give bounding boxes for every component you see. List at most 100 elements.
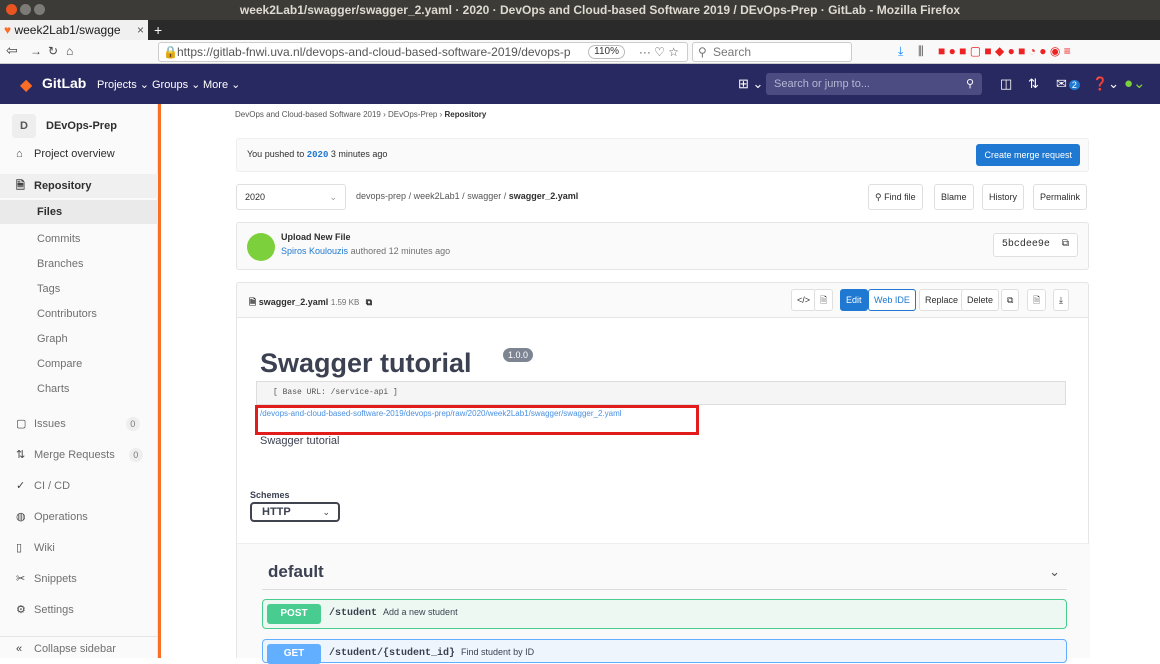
maximize-window-icon[interactable] <box>34 4 45 15</box>
user-avatar[interactable]: ●⌄ <box>1124 74 1146 92</box>
open-raw-icon[interactable]: 🗎 <box>1027 289 1047 311</box>
branch-selector[interactable]: 2020 ⌄ <box>236 184 346 210</box>
close-window-icon[interactable] <box>6 4 17 15</box>
path-segment[interactable]: week2Lab1 <box>414 191 460 201</box>
more-menu[interactable]: More ⌄ <box>203 78 240 91</box>
sidebar-item-merge-requests[interactable]: ⇅ Merge Requests 0 <box>0 443 158 467</box>
collapse-sidebar-button[interactable]: « Collapse sidebar <box>0 636 158 660</box>
gitlab-search-input[interactable]: Search or jump to... ⚲ <box>766 73 982 95</box>
minimize-window-icon[interactable] <box>20 4 31 15</box>
zoom-level[interactable]: 110% <box>588 45 625 59</box>
sidebar-item-compare[interactable]: Compare <box>0 352 158 376</box>
chevron-down-icon[interactable]: ⌄ <box>1049 564 1060 580</box>
operation-path-text: /student/{student_id} <box>329 648 456 659</box>
reload-icon[interactable]: ↻ <box>48 44 58 58</box>
back-icon[interactable]: ⇦ <box>6 42 18 59</box>
breadcrumb-current[interactable]: Repository <box>445 110 487 119</box>
copy-contents-icon[interactable]: ⧉ <box>1001 289 1020 311</box>
gitlab-brand[interactable]: GitLab <box>42 75 86 91</box>
groups-menu[interactable]: Groups ⌄ <box>152 78 200 91</box>
commit-sha[interactable]: 5bcdee9e ⧉ <box>992 233 1078 257</box>
sidebar-item-wiki[interactable]: ▯ Wiki <box>0 536 158 560</box>
sidebar-item-branches[interactable]: Branches <box>0 252 158 276</box>
copy-icon[interactable]: ⧉ <box>1062 239 1069 250</box>
sidebar-item-operations[interactable]: ◍ Operations <box>0 505 158 529</box>
push-banner-text: You pushed to 2020 3 minutes ago <box>247 149 387 160</box>
swagger-title: Swagger tutorial <box>260 348 472 378</box>
default-section: default ⌄ POST /student Add a new student… <box>237 543 1090 664</box>
new-tab-button[interactable]: + <box>154 20 162 40</box>
commit-author[interactable]: Spiros Koulouzis <box>281 246 348 256</box>
display-rendered-icon[interactable]: 🗎 <box>814 289 834 311</box>
breadcrumb-group[interactable]: DevOps and Cloud-based Software 2019 <box>235 110 381 119</box>
browser-tab[interactable]: ♥ week2Lab1/swagge × <box>0 20 148 40</box>
scheme-value: HTTP <box>262 506 291 518</box>
sidebar-label: Wiki <box>34 542 55 554</box>
todos-icon[interactable]: ✉ 2 <box>1056 76 1080 92</box>
projects-menu[interactable]: Projects ⌄ <box>97 78 149 91</box>
plus-menu-icon[interactable]: ⊞ ⌄ <box>738 76 763 92</box>
sidebar-item-charts[interactable]: Charts <box>0 377 158 401</box>
sidebar-item-files[interactable]: Files <box>0 200 158 224</box>
commit-title[interactable]: Upload New File <box>281 232 351 242</box>
tab-close-icon[interactable]: × <box>137 20 144 40</box>
find-file-label: Find file <box>884 192 916 202</box>
home-icon[interactable]: ⌂ <box>66 44 73 58</box>
author-avatar[interactable] <box>247 233 275 261</box>
gitlab-topbar: ◆ GitLab Projects ⌄ Groups ⌄ More ⌄ ⊞ ⌄ … <box>0 64 1160 104</box>
sidebar-item-settings[interactable]: ⚙ Settings <box>0 598 158 622</box>
sidebar-label: Settings <box>34 604 74 616</box>
issues-icon[interactable]: ◫ <box>1000 76 1012 92</box>
sidebar-item-repository[interactable]: 🗎 Repository <box>0 174 158 198</box>
pushed-branch-link[interactable]: 2020 <box>307 150 329 160</box>
find-file-button[interactable]: ⚲ Find file <box>868 184 923 210</box>
edit-button[interactable]: Edit <box>840 289 868 311</box>
schemes-select[interactable]: HTTP ⌄ <box>250 502 340 522</box>
section-title[interactable]: default <box>268 562 324 582</box>
delete-button[interactable]: Delete <box>961 289 1000 311</box>
download-icon[interactable]: ⤓ <box>1053 289 1069 311</box>
download-icon[interactable]: ⤓ <box>898 44 903 59</box>
web-ide-button[interactable]: Web IDE <box>868 289 916 311</box>
browser-search-input[interactable]: ⚲ Search <box>692 42 852 62</box>
gitlab-logo-icon[interactable]: ◆ <box>20 75 32 95</box>
permalink-button[interactable]: Permalink <box>1033 184 1088 210</box>
sidebar-item-commits[interactable]: Commits <box>0 227 158 251</box>
sidebar-item-project-overview[interactable]: ⌂ Project overview <box>0 142 158 166</box>
breadcrumb-project[interactable]: DEvOps-Prep <box>388 110 437 119</box>
sidebar-item-ci-cd[interactable]: ✓ CI / CD <box>0 474 158 498</box>
push-suffix: 3 minutes ago <box>330 149 388 159</box>
forward-icon[interactable]: → <box>30 44 42 58</box>
address-bar[interactable]: 🔒 https://gitlab-fnwi.uva.nl/devops-and-… <box>158 42 688 62</box>
replace-button[interactable]: Replace <box>919 289 965 311</box>
page-actions-icon[interactable]: ··· ♡ ☆ <box>639 43 679 61</box>
display-source-icon[interactable]: </> <box>791 289 817 311</box>
operation-post-student[interactable]: POST /student Add a new student <box>262 599 1067 629</box>
create-merge-request-button[interactable]: Create merge request <box>976 144 1080 166</box>
sidebar-item-issues[interactable]: ▢ Issues 0 <box>0 412 158 436</box>
library-icon[interactable]: ⫼ <box>918 44 924 59</box>
extension-icons[interactable]: ■ ● ■ ▢ ■ ◆ ● ■ ◔ ● ◉ ≡ <box>938 44 1071 58</box>
operation-get-student[interactable]: GET /student/{student_id} Find student by… <box>262 639 1067 664</box>
sidebar-item-contributors[interactable]: Contributors <box>0 302 158 326</box>
copy-path-icon[interactable]: ⧉ <box>366 297 372 307</box>
path-segment[interactable]: swagger <box>467 191 501 201</box>
merge-requests-icon[interactable]: ⇅ <box>1028 76 1039 92</box>
search-placeholder: Search <box>713 45 752 59</box>
project-header[interactable]: D DEvOps-Prep <box>12 112 117 140</box>
collapse-icon: « <box>16 643 23 655</box>
history-button[interactable]: History <box>982 184 1025 210</box>
project-avatar: D <box>12 114 36 138</box>
tab-bar: ♥ week2Lab1/swagge × + <box>0 20 1160 40</box>
sidebar-label: Repository <box>34 180 92 192</box>
sidebar-item-tags[interactable]: Tags <box>0 277 158 301</box>
path-segment[interactable]: devops-prep <box>356 191 406 201</box>
file-name: 🗎 swagger_2.yaml 1.59 KB ⧉ <box>249 295 372 311</box>
help-icon[interactable]: ❓⌄ <box>1092 76 1119 92</box>
sidebar-item-graph[interactable]: Graph <box>0 327 158 351</box>
window-titlebar: week2Lab1/swagger/swagger_2.yaml · 2020 … <box>0 0 1160 20</box>
blame-button[interactable]: Blame <box>934 184 974 210</box>
swagger-raw-link[interactable]: /devops-and-cloud-based-software-2019/de… <box>260 409 622 418</box>
sidebar-item-snippets[interactable]: ✂ Snippets <box>0 567 158 591</box>
file-size: 1.59 KB <box>330 298 360 307</box>
